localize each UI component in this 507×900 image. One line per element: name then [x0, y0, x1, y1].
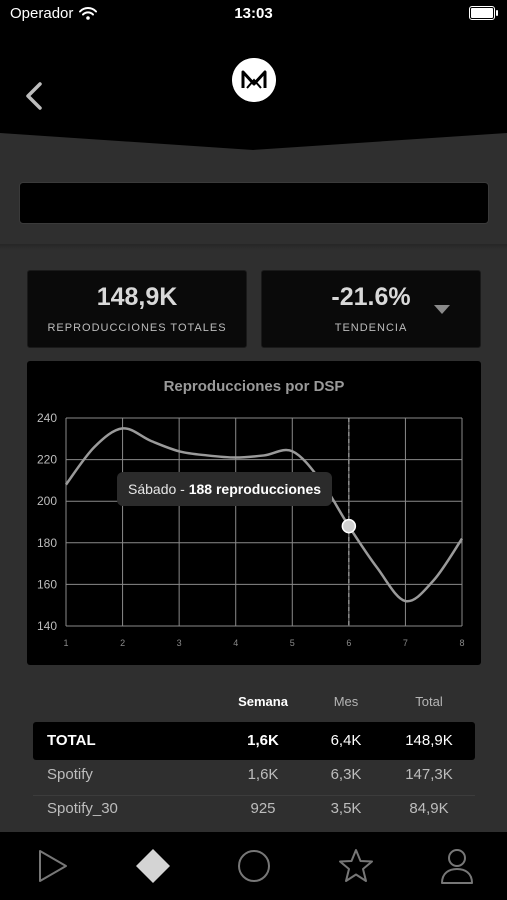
- tooltip-separator: -: [176, 481, 189, 497]
- y-tick-label: 140: [37, 619, 57, 633]
- chart-title: Reproducciones por DSP: [164, 378, 345, 395]
- table-row[interactable]: Spotify 1,6K 6,3K 147,3K: [33, 756, 475, 794]
- trend-card[interactable]: -21.6% TENDENCIA: [261, 270, 481, 348]
- series-line: [65, 427, 464, 603]
- back-button[interactable]: [18, 76, 52, 116]
- column-header-week[interactable]: Semana: [223, 694, 303, 709]
- y-tick-label: 240: [37, 411, 57, 425]
- row-name: Spotify_30: [47, 800, 118, 817]
- play-icon[interactable]: [32, 846, 72, 886]
- tab-bar: [0, 832, 507, 900]
- chart-y-ticks: 240 220 200 180 160 140: [37, 411, 57, 633]
- row-week: 1,6K: [247, 766, 279, 783]
- plays-chart[interactable]: Reproducciones por DSP 24022020018016014…: [27, 361, 481, 665]
- diamond-icon[interactable]: [133, 846, 173, 886]
- y-tick-label: 180: [37, 536, 57, 550]
- status-bar: Operador 13:03: [0, 0, 507, 30]
- table-row-total[interactable]: TOTAL 1,6K 6,4K 148,9K: [33, 722, 475, 760]
- y-tick-label: 200: [37, 494, 57, 508]
- highlight-point[interactable]: [341, 518, 357, 534]
- row-week: 925: [250, 800, 276, 817]
- x-tick-label: 1: [63, 638, 68, 648]
- status-time: 13:03: [234, 5, 273, 22]
- x-tick-label: 4: [233, 638, 238, 648]
- total-plays-label: REPRODUCCIONES TOTALES: [47, 322, 227, 334]
- tooltip-value: 188 reproducciones: [188, 481, 322, 497]
- search-bar[interactable]: [19, 182, 489, 224]
- x-tick-label: 5: [290, 638, 295, 648]
- row-month: 3,5K: [330, 800, 362, 817]
- y-tick-label: 160: [37, 577, 57, 591]
- brand-logo-icon: [232, 58, 276, 102]
- user-icon[interactable]: [437, 846, 477, 886]
- star-icon[interactable]: [336, 846, 376, 886]
- x-tick-label: 3: [177, 638, 182, 648]
- y-tick-label: 220: [37, 453, 57, 467]
- section-divider: [0, 244, 507, 250]
- x-tick-label: 2: [120, 638, 125, 648]
- x-tick-label: 6: [346, 638, 351, 648]
- row-name: Spotify: [47, 766, 93, 783]
- row-month: 6,3K: [330, 766, 362, 783]
- chart-tooltip: Sábado - 188 reproducciones: [117, 472, 333, 506]
- x-tick-label: 8: [459, 638, 464, 648]
- row-name: TOTAL: [47, 732, 96, 749]
- total-plays-value: 148,9K: [96, 283, 178, 311]
- circle-icon[interactable]: [234, 846, 274, 886]
- total-plays-card: 148,9K REPRODUCCIONES TOTALES: [27, 270, 247, 348]
- chart-x-ticks: 1 2 3 4 5 6 7 8: [63, 638, 464, 648]
- x-tick-label: 7: [403, 638, 408, 648]
- dropdown-arrow-icon[interactable]: [434, 305, 450, 314]
- row-week: 1,6K: [247, 732, 279, 749]
- tooltip-day: Sábado: [128, 481, 177, 497]
- plays-chart-card: Reproducciones por DSP 240 220 200 180 160 14…: [27, 361, 481, 665]
- row-total: 148,9K: [405, 732, 453, 749]
- row-month: 6,4K: [330, 732, 362, 749]
- column-header-total[interactable]: Total: [393, 694, 465, 709]
- column-header-month[interactable]: Mes: [309, 694, 383, 709]
- table-row[interactable]: Spotify_30 925 3,5K 84,9K: [33, 790, 475, 828]
- row-total: 147,3K: [405, 766, 453, 783]
- chart-grid: [65, 417, 463, 627]
- row-total: 84,9K: [409, 800, 449, 817]
- battery-icon: [469, 6, 498, 20]
- trend-label: TENDENCIA: [334, 322, 408, 334]
